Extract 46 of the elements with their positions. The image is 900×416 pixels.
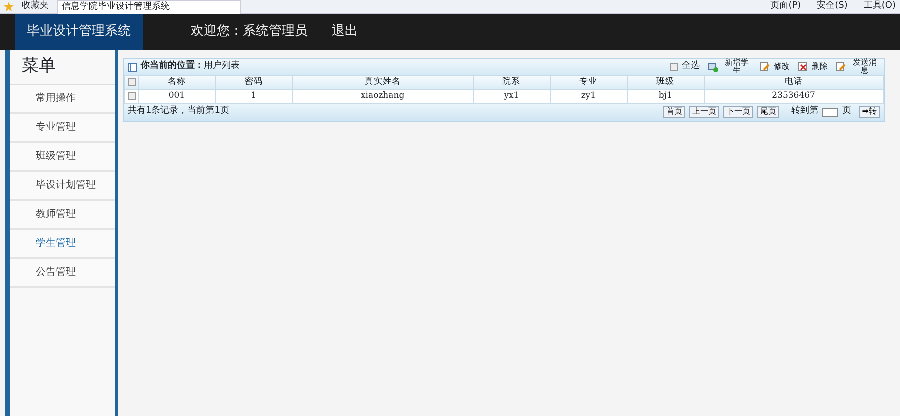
pager-button[interactable]: 首页: [663, 106, 686, 118]
table-icon: [128, 62, 137, 72]
toolbar-menu[interactable]: 页面(P): [770, 0, 802, 13]
table-cell: yx1: [473, 89, 550, 103]
toolbar-menu[interactable]: 工具(O): [864, 0, 896, 13]
browser-tab[interactable]: 信息学院毕业设计管理系统: [57, 0, 241, 14]
page-input[interactable]: [822, 108, 838, 116]
logout-link[interactable]: 退出: [332, 14, 358, 50]
checkbox[interactable]: [128, 78, 136, 86]
go-button[interactable]: ➡转: [859, 106, 880, 118]
delete-icon: [798, 62, 808, 72]
record-summary: 共有1条记录，当前第1页: [128, 105, 230, 118]
checkbox[interactable]: [128, 92, 136, 100]
goto-label: 转到第: [791, 105, 818, 118]
app-title: 毕业设计管理系统: [15, 14, 143, 50]
pager-button[interactable]: 尾页: [757, 106, 780, 118]
column-header: 班级: [627, 76, 704, 90]
welcome-text: 欢迎您：系统管理员: [191, 23, 308, 42]
star-icon: [4, 2, 14, 12]
column-header: 专业: [550, 76, 628, 90]
page-unit-label: 页: [842, 105, 852, 118]
table-cell: bj1: [627, 89, 704, 103]
pager-button[interactable]: 下一页: [723, 106, 754, 118]
action-link[interactable]: 修改: [774, 63, 790, 71]
toolbar-menu[interactable]: 安全(S): [817, 0, 848, 13]
table-cell: 23536467: [704, 89, 884, 103]
column-header: 院系: [473, 76, 550, 90]
action-link[interactable]: 删除: [812, 63, 828, 71]
add-icon: [708, 62, 718, 72]
pencil-icon: [760, 62, 770, 72]
action-link[interactable]: 发送消息: [850, 59, 880, 75]
column-header: 密码: [215, 76, 292, 90]
table-cell: zy1: [550, 89, 628, 103]
select-all-label: 全选: [682, 60, 700, 74]
table-cell: xiaozhang: [292, 89, 474, 103]
column-header: 名称: [138, 76, 216, 90]
breadcrumb-text: 你当前的位置：用户列表: [141, 60, 240, 74]
pencil-icon: [836, 62, 846, 72]
table-cell: 001: [138, 89, 216, 103]
column-header: 真实姓名: [292, 76, 474, 90]
favorites-link[interactable]: 收藏夹: [22, 0, 49, 13]
pager-button[interactable]: 上一页: [689, 106, 720, 118]
column-header: 电话: [704, 76, 884, 90]
action-link[interactable]: 新增学生: [722, 59, 752, 75]
checkbox[interactable]: [670, 63, 678, 71]
table-cell: 1: [215, 89, 292, 103]
